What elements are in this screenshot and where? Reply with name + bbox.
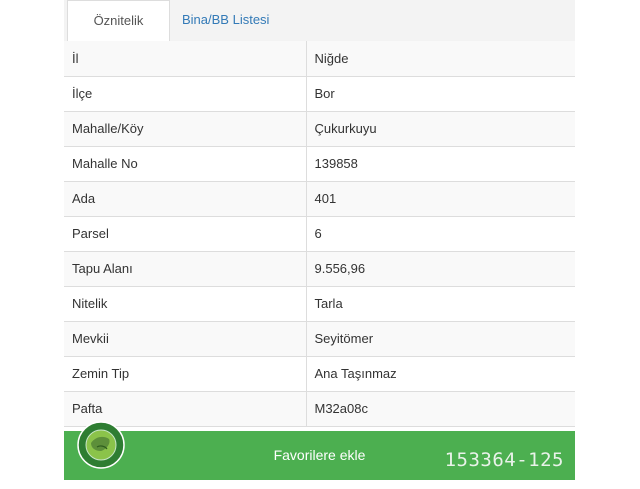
attribute-value: Ana Taşınmaz (306, 356, 575, 392)
attribute-value: Niğde (306, 41, 575, 77)
table-row: Mahalle/Köy Çukurkuyu (64, 111, 575, 147)
tab-attribute-info[interactable]: Öznitelik Bilgisi (67, 0, 170, 68)
table-row: Parsel 6 (64, 216, 575, 252)
attribute-panel: Öznitelik Bilgisi Bina/BB Listesi İl Niğ… (64, 0, 575, 480)
attribute-key: Tapu Alanı (64, 251, 307, 287)
table-row: Tapu Alanı 9.556,96 (64, 251, 575, 287)
add-to-favorites-button[interactable]: Favorilere ekle 153364-125 (64, 431, 575, 480)
attribute-key: Zemin Tip (64, 356, 307, 392)
table-row: Mahalle No 139858 (64, 146, 575, 182)
attribute-value: 6 (306, 216, 575, 252)
attribute-value: 9.556,96 (306, 251, 575, 287)
table-row: Pafta M32a08c (64, 391, 575, 427)
tab-building-list[interactable]: Bina/BB Listesi (174, 0, 277, 41)
attribute-key: Mahalle No (64, 146, 307, 182)
attribute-key: Mahalle/Köy (64, 111, 307, 147)
table-row: Nitelik Tarla (64, 286, 575, 322)
table-row: Zemin Tip Ana Taşınmaz (64, 356, 575, 392)
table-row: Mevkii Seyitömer (64, 321, 575, 357)
listing-number: 153364-125 (444, 449, 564, 471)
attribute-value: Tarla (306, 286, 575, 322)
attribute-key: Ada (64, 181, 307, 217)
attribute-value: Bor (306, 76, 575, 112)
table-row: Ada 401 (64, 181, 575, 217)
attribute-value: M32a08c (306, 391, 575, 427)
attribute-key: Mevkii (64, 321, 307, 357)
attribute-key: İlçe (64, 76, 307, 112)
tab-bar: Öznitelik Bilgisi Bina/BB Listesi (64, 0, 575, 68)
table-row: İl Niğde (64, 41, 575, 77)
attribute-value: Çukurkuyu (306, 111, 575, 147)
table-row: İlçe Bor (64, 76, 575, 112)
attribute-key: Parsel (64, 216, 307, 252)
attribute-table: İl Niğde İlçe Bor Mahalle/Köy Çukurkuyu … (64, 41, 575, 427)
attribute-key: Nitelik (64, 286, 307, 322)
attribute-key: İl (64, 41, 307, 77)
attribute-value: Seyitömer (306, 321, 575, 357)
attribute-value: 401 (306, 181, 575, 217)
emlak-dunyasi-logo (77, 421, 125, 469)
attribute-value: 139858 (306, 146, 575, 182)
